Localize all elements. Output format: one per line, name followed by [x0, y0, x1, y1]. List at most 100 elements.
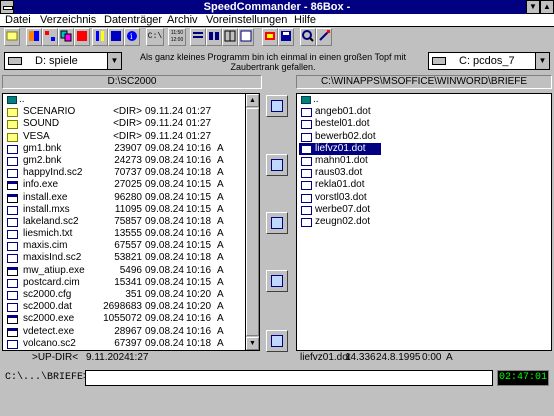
file-name: raus03.dot: [315, 167, 363, 179]
pack-icon[interactable]: [262, 28, 278, 46]
view-icon[interactable]: [26, 28, 42, 46]
list-item[interactable]: rekla01.dot: [299, 179, 381, 191]
scroll-down-icon[interactable]: ▼: [246, 337, 259, 350]
menu-datentraeger[interactable]: Datenträger: [104, 14, 162, 26]
selected-list-item[interactable]: liefvz01.dot: [299, 142, 381, 155]
right-path-bar[interactable]: C:\WINAPPS\MSOFFICE\WINWORD\BRIEFE: [296, 75, 552, 89]
split-icon[interactable]: [238, 28, 254, 46]
find-icon[interactable]: [92, 28, 108, 46]
info-icon[interactable]: [108, 28, 124, 46]
file-icon: [301, 120, 312, 130]
right-status: liefvz01.dot 14.336 24.8.1995 0:00 A: [298, 352, 552, 365]
file-name: SOUND: [23, 118, 60, 130]
menu-voreinstellungen[interactable]: Voreinstellungen: [206, 14, 287, 26]
exit-icon: [271, 335, 283, 347]
minimize-button[interactable]: ▼: [526, 0, 540, 14]
file-name: mw_atiup.exe: [23, 264, 85, 276]
list-icon[interactable]: [190, 28, 206, 46]
file-date: 09.11.24: [145, 130, 184, 142]
scroll-up-icon[interactable]: ▲: [246, 94, 259, 107]
file-attr: A: [217, 203, 224, 215]
tree-icon[interactable]: [42, 28, 58, 46]
list-item[interactable]: angeb01.dot: [299, 106, 381, 118]
file-attr: A: [217, 313, 224, 325]
file-icon: [7, 303, 18, 313]
floppy-icon[interactable]: [278, 28, 294, 46]
find-files-button[interactable]: [266, 212, 288, 234]
file-size: 351: [125, 289, 142, 300]
file-size: 1055072: [103, 313, 142, 325]
file-icon: [301, 108, 312, 118]
menu-hilfe[interactable]: Hilfe: [294, 14, 316, 26]
file-icon: [301, 193, 312, 203]
file-date: 09.08.24: [145, 191, 184, 203]
list-item[interactable]: zeugn02.dot: [299, 216, 381, 228]
menu-archiv[interactable]: Archiv: [167, 14, 198, 26]
maximize-button[interactable]: ▲: [540, 0, 554, 14]
file-date: 09.08.24: [145, 325, 184, 337]
exit-button[interactable]: [266, 330, 288, 352]
chevron-down-icon[interactable]: ▼: [535, 53, 549, 69]
file-name: gm1.bnk: [23, 142, 62, 154]
left-file-panel[interactable]: .. SCENARIO <DIR> 09.11.24 01:27 SOUND <DIR> 0…: [2, 93, 260, 351]
list-item[interactable]: bestel01.dot: [299, 118, 381, 130]
dos-button[interactable]: C:\: [146, 28, 164, 46]
file-name: sc2000.exe: [23, 313, 75, 325]
updir-row[interactable]: ..: [299, 94, 381, 106]
scroll-thumb[interactable]: [246, 108, 259, 336]
file-name: mahn01.dot: [315, 154, 368, 166]
tools-icon[interactable]: [74, 28, 90, 46]
updir-glyph: ..: [313, 94, 319, 105]
file-size: 67397: [114, 337, 142, 349]
left-path-bar[interactable]: D:\SC2000: [2, 75, 262, 89]
list-item[interactable]: mahn01.dot: [299, 155, 381, 167]
right-status-date: 24.8.1995: [376, 352, 421, 363]
file-name: happyInd.sc2: [23, 167, 83, 179]
folder-icon: [7, 132, 18, 142]
file-time: 10:16: [186, 154, 212, 166]
file-name: info.exe: [23, 179, 59, 191]
file-size: 67557: [114, 240, 142, 252]
file-icon: [301, 205, 312, 215]
file-attr: A: [217, 228, 224, 240]
edit-icon[interactable]: [316, 28, 332, 46]
chevron-down-icon[interactable]: ▼: [107, 53, 121, 69]
sync-button[interactable]: [266, 154, 288, 176]
file-date: 09.08.24: [145, 215, 184, 227]
file-size: 5496: [119, 264, 142, 276]
edit-button[interactable]: [266, 270, 288, 292]
file-name: maxisInd.sc2: [23, 252, 82, 264]
file-size: 27025: [114, 179, 142, 191]
list-item[interactable]: raus03.dot: [299, 167, 381, 179]
menu-bar: Datei Verzeichnis Datenträger Archiv Vor…: [0, 14, 554, 27]
application-icon: [7, 193, 18, 203]
details-icon[interactable]: [206, 28, 222, 46]
columns-icon[interactable]: [222, 28, 238, 46]
right-drive-select[interactable]: C: pcdos_7 ▼: [428, 52, 550, 70]
drive-icon: [432, 57, 446, 65]
copy-icon[interactable]: [58, 28, 74, 46]
file-name: liesmich.txt: [23, 228, 73, 240]
file-name: SCENARIO: [23, 106, 76, 118]
clock-button[interactable]: 11:50 12:00: [168, 28, 186, 46]
clock-label-2: 12:00: [170, 37, 184, 43]
file-time: 10:15: [186, 276, 212, 288]
left-scrollbar[interactable]: ▲ ▼: [245, 94, 259, 350]
file-name: lakeland.sc2: [23, 215, 79, 227]
search-icon[interactable]: [300, 28, 316, 46]
file-icon: [301, 217, 312, 227]
file-name: sc2000.dat: [23, 301, 72, 313]
list-item[interactable]: werbe07.dot: [299, 204, 381, 216]
compare-button[interactable]: [266, 95, 288, 117]
command-input[interactable]: [85, 370, 493, 386]
left-drive-select[interactable]: D: spiele ▼: [4, 52, 122, 70]
list-item[interactable]: vorstl03.dot: [299, 192, 381, 204]
list-item[interactable]: bewerb02.dot: [299, 131, 381, 143]
menu-verzeichnis[interactable]: Verzeichnis: [40, 14, 96, 26]
menu-datei[interactable]: Datei: [5, 14, 31, 26]
open-icon[interactable]: [4, 28, 20, 46]
file-time: 10:16: [186, 142, 212, 154]
file-time: 10:16: [186, 264, 212, 276]
dos-prompt-icon[interactable]: i: [124, 28, 140, 46]
right-file-panel[interactable]: .. angeb01.dot bestel01.dot bewerb02.dot li…: [296, 93, 552, 351]
